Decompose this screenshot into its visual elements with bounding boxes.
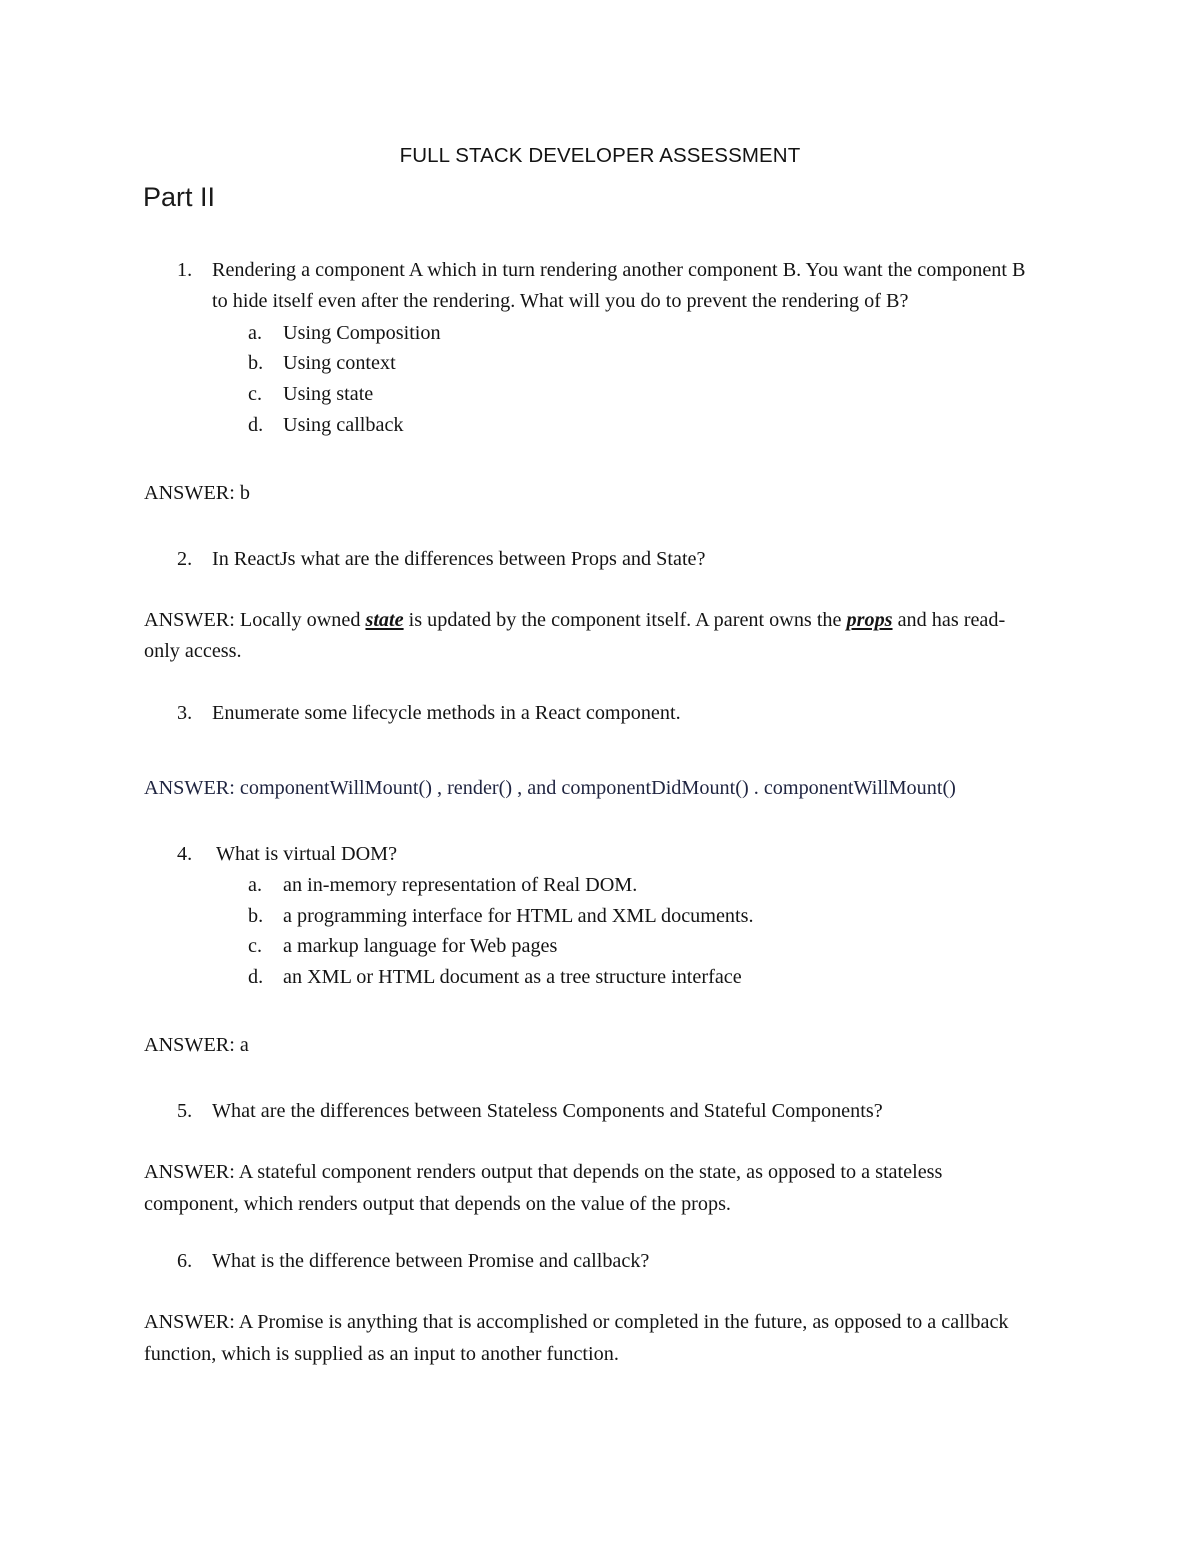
choice-1c[interactable]: c. Using state (0, 379, 1200, 410)
choice-4b[interactable]: b. a programming interface for HTML and … (0, 901, 1200, 932)
choice-1d[interactable]: d. Using callback (0, 410, 1200, 441)
question-1-choices: a. Using Composition b. Using context c.… (0, 318, 1200, 440)
question-2-marker: 2. (177, 547, 193, 570)
answer-2-keyword-state: state (365, 609, 404, 631)
question-2: 2. In ReactJs what are the differences b… (0, 544, 1200, 575)
answer-5: ANSWER: A stateful component renders out… (144, 1161, 943, 1215)
question-6-text: What is the difference between Promise a… (212, 1250, 650, 1273)
answer-2: ANSWER: Locally owned state is updated b… (0, 605, 1200, 668)
choice-4a-marker: a. (248, 874, 263, 897)
question-5: 5. What are the differences between Stat… (0, 1096, 1200, 1127)
question-5-text: What are the differences between Statele… (212, 1099, 883, 1122)
question-4: 4. What is virtual DOM? (0, 839, 1200, 870)
document-body: 1. Rendering a component A which in turn… (0, 255, 1200, 1370)
choice-4d[interactable]: d. an XML or HTML document as a tree str… (0, 962, 1200, 993)
question-4-text: What is virtual DOM? (216, 842, 398, 865)
choice-4b-text: a programming interface for HTML and XML… (283, 904, 754, 927)
question-3: 3. Enumerate some lifecycle methods in a… (0, 698, 1200, 729)
answer-1: ANSWER: b (144, 482, 250, 505)
part-heading: Part II (143, 182, 216, 212)
answer-2-prefix: ANSWER: Locally owned (144, 609, 366, 631)
choice-1a[interactable]: a. Using Composition (0, 318, 1200, 349)
choice-4c-marker: c. (248, 935, 263, 958)
choice-1c-marker: c. (248, 383, 263, 405)
choice-4c-text: a markup language for Web pages (283, 935, 558, 958)
question-6-marker: 6. (177, 1250, 193, 1273)
choice-1a-text: Using Composition (283, 321, 441, 344)
question-1: 1. Rendering a component A which in turn… (0, 255, 1200, 318)
answer-2-middle: is updated by the component itself. A pa… (403, 609, 847, 631)
document-page: FULL STACK DEVELOPER ASSESSMENT Part II … (0, 0, 1200, 1553)
choice-4c[interactable]: c. a markup language for Web pages (0, 931, 1200, 962)
question-4-choices: a. an in-memory representation of Real D… (0, 870, 1200, 992)
answer-2-keyword-props: props (846, 609, 893, 631)
question-3-text: Enumerate some lifecycle methods in a Re… (212, 701, 681, 724)
question-4-marker: 4. (177, 842, 193, 865)
answer-3: ANSWER: componentWillMount() , render() … (144, 777, 956, 800)
choice-4a[interactable]: a. an in-memory representation of Real D… (0, 870, 1200, 901)
question-6: 6. What is the difference between Promis… (0, 1246, 1200, 1277)
question-1-marker: 1. (177, 259, 193, 281)
answer-4: ANSWER: a (144, 1034, 249, 1057)
answer-6: ANSWER: A Promise is anything that is ac… (144, 1311, 1009, 1365)
document-title: FULL STACK DEVELOPER ASSESSMENT (399, 144, 801, 167)
choice-1b-marker: b. (248, 352, 264, 375)
choice-4a-text: an in-memory representation of Real DOM. (283, 874, 638, 897)
choice-1d-text: Using callback (283, 413, 404, 436)
choice-1d-marker: d. (248, 413, 264, 436)
choice-1a-marker: a. (248, 321, 263, 344)
choice-4d-text: an XML or HTML document as a tree struct… (283, 965, 742, 988)
question-block-1: 1. Rendering a component A which in turn… (0, 255, 1200, 440)
question-3-marker: 3. (177, 701, 193, 724)
question-2-text: In ReactJs what are the differences betw… (212, 547, 706, 570)
choice-1b-text: Using context (283, 352, 396, 375)
choice-4d-marker: d. (248, 965, 264, 988)
choice-1c-text: Using state (283, 383, 374, 405)
choice-4b-marker: b. (248, 904, 264, 927)
question-1-text: Rendering a component A which in turn re… (212, 259, 1026, 313)
choice-1b[interactable]: b. Using context (0, 348, 1200, 379)
question-block-4: 4. What is virtual DOM? a. an in-memory … (0, 839, 1200, 993)
question-5-marker: 5. (177, 1099, 193, 1122)
